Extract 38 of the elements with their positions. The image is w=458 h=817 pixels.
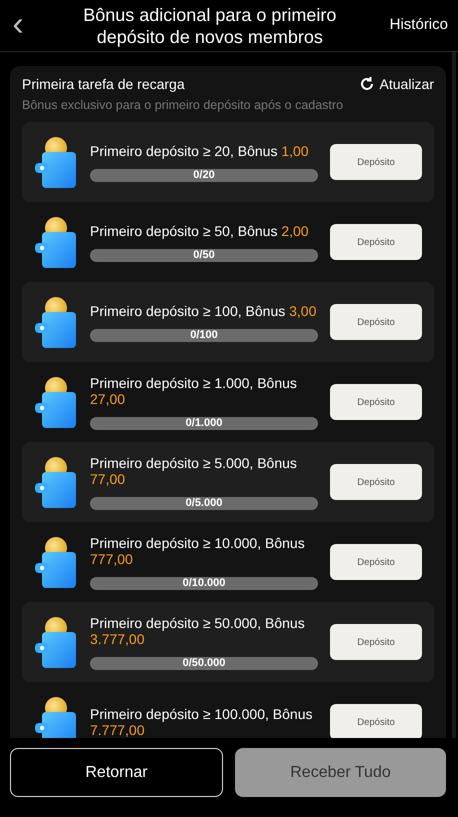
page-title: Bônus adicional para o primeiro depósito de novos membros	[82, 4, 338, 48]
progress-bar: 0/1.000	[90, 416, 318, 430]
progress-bar: 0/10.000	[90, 576, 318, 590]
deposit-button[interactable]: Depósito	[330, 544, 422, 580]
progress-bar: 0/5.000	[90, 496, 318, 510]
deposit-button[interactable]: Depósito	[330, 464, 422, 500]
history-link[interactable]: Histórico	[390, 16, 458, 33]
progress-bar: 0/20	[90, 168, 318, 182]
section-subtitle: Bônus exclusivo para o primeiro depósito após o cadastro	[22, 98, 344, 112]
deposit-button[interactable]: Depósito	[330, 144, 422, 180]
progress-bar: 0/50	[90, 248, 318, 262]
deposit-button[interactable]: Depósito	[330, 224, 422, 260]
task-label: Primeiro depósito ≥ 5.000, Bônus 77,00	[90, 454, 298, 486]
deposit-button[interactable]: Depósito	[330, 304, 422, 340]
wallet-icon	[35, 536, 77, 588]
refresh-icon	[358, 76, 375, 92]
back-button[interactable]: ‹	[0, 6, 36, 44]
wallet-icon	[35, 616, 77, 668]
wallet-icon	[35, 296, 77, 348]
return-button[interactable]: Retornar	[10, 748, 223, 797]
task-label: Primeiro depósito ≥ 50.000, Bônus 3.777,00	[90, 614, 306, 646]
progress-bar: 0/100	[90, 328, 318, 342]
deposit-button[interactable]: Depósito	[330, 624, 422, 660]
progress-bar: 0/50.000	[90, 656, 318, 670]
task-label: Primeiro depósito ≥ 100.000, Bônus 7.777,00	[90, 706, 314, 738]
refresh-button[interactable]: Atualizar	[358, 76, 434, 92]
task-label: Primeiro depósito ≥ 1.000, Bônus 27,00	[90, 374, 298, 406]
task-label: Primeiro depósito ≥ 10.000, Bônus 777,00	[90, 534, 306, 566]
section-title: Primeira tarefa de recarga	[22, 76, 185, 92]
wallet-icon	[35, 216, 77, 268]
wallet-icon	[35, 136, 77, 188]
task-label: Primeiro depósito ≥ 20, Bônus 1,00	[90, 142, 310, 158]
task-label: Primeiro depósito ≥ 50, Bônus 2,00	[90, 222, 310, 238]
wallet-icon	[35, 376, 77, 428]
task-label: Primeiro depósito ≥ 100, Bônus 3,00	[90, 302, 318, 318]
deposit-button[interactable]: Depósito	[330, 384, 422, 420]
deposit-button[interactable]: Depósito	[330, 704, 422, 738]
wallet-icon	[35, 456, 77, 508]
